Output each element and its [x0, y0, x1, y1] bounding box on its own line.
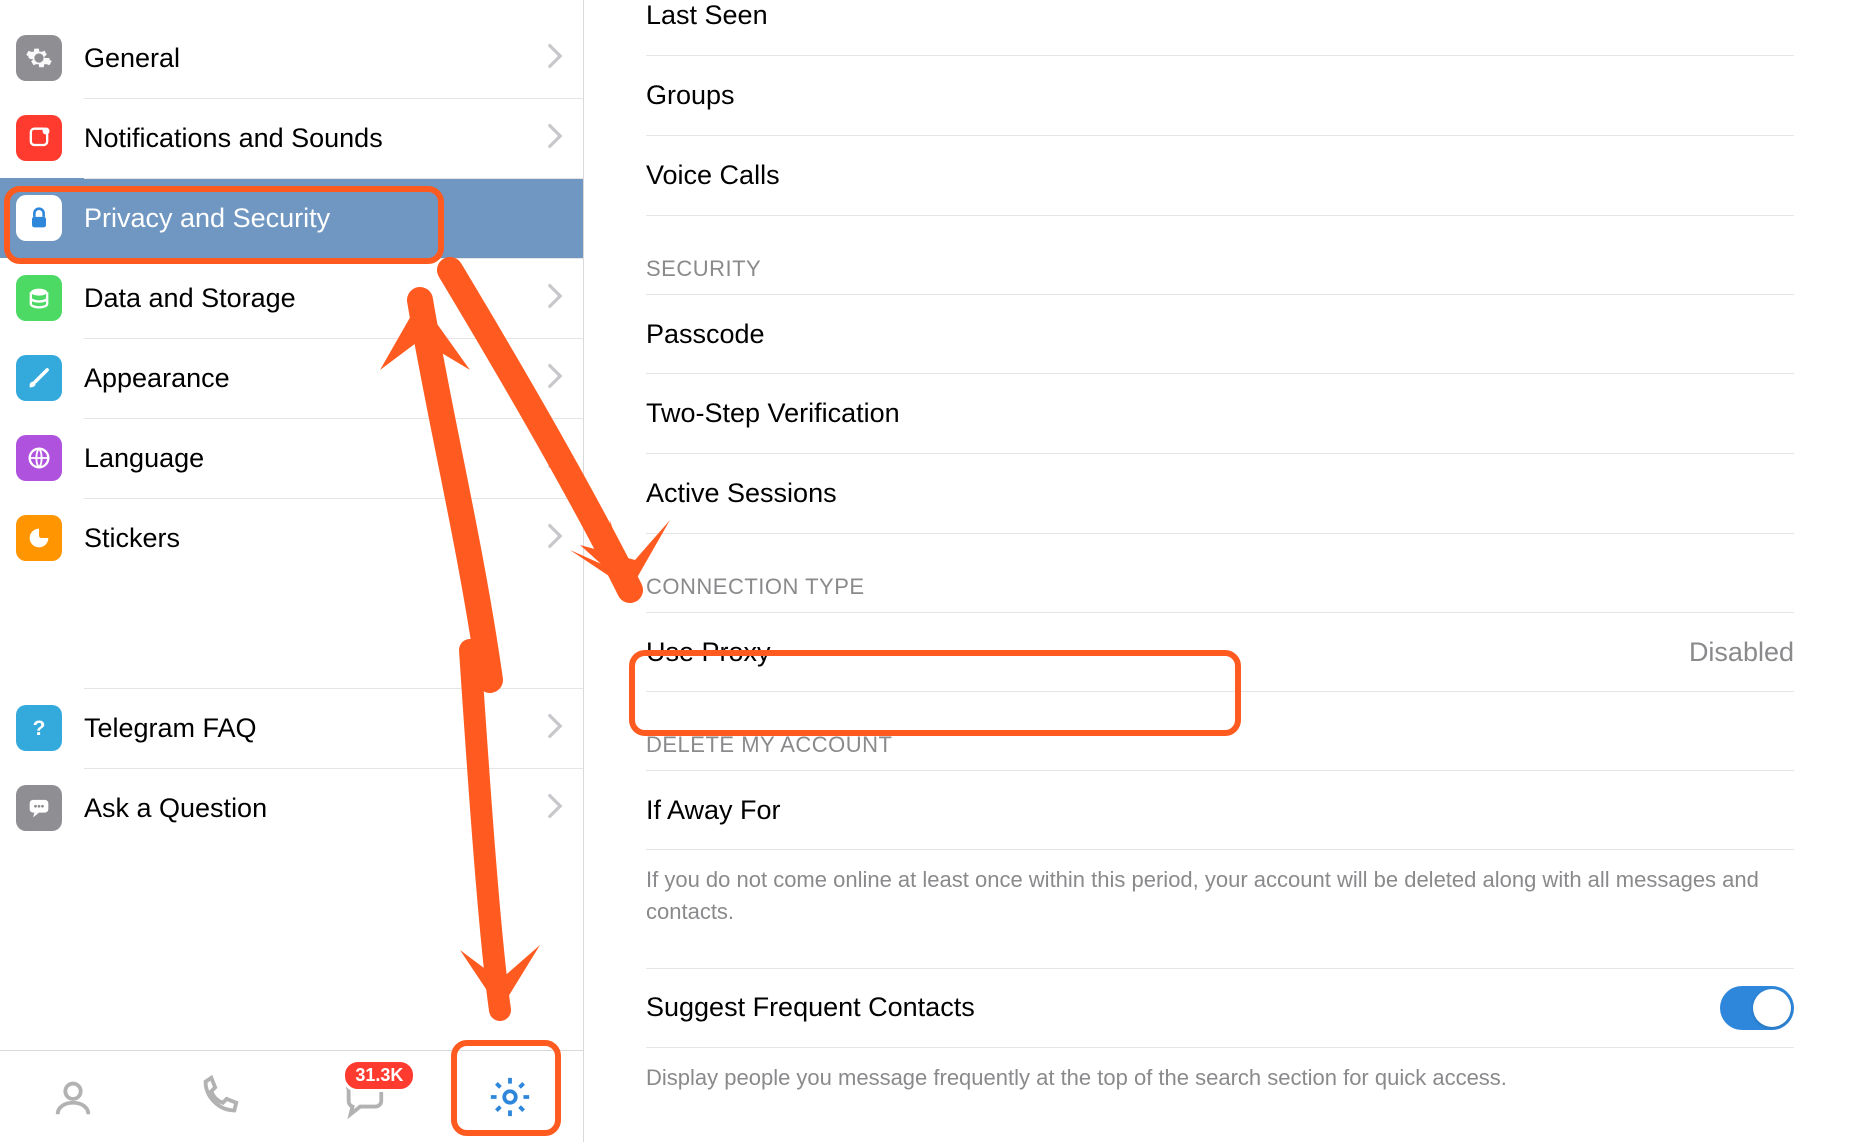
row-use-proxy[interactable]: Use Proxy Disabled — [646, 612, 1794, 692]
chevron-right-icon — [547, 523, 563, 554]
globe-icon — [16, 435, 62, 481]
sidebar-item-general[interactable]: General — [0, 18, 583, 98]
chevron-right-icon — [547, 283, 563, 314]
row-label: Voice Calls — [646, 160, 780, 191]
row-label: Last Seen — [646, 0, 768, 31]
sidebar-spacer — [0, 578, 583, 688]
row-two-step-verification[interactable]: Two-Step Verification — [646, 374, 1794, 454]
row-if-away-for[interactable]: If Away For — [646, 770, 1794, 850]
sidebar-item-data-storage[interactable]: Data and Storage — [0, 258, 583, 338]
sticker-icon — [16, 515, 62, 561]
sidebar-item-label: Appearance — [84, 363, 230, 394]
row-label: If Away For — [646, 795, 781, 826]
sidebar-item-label: Telegram FAQ — [84, 713, 257, 744]
row-passcode[interactable]: Passcode — [646, 294, 1794, 374]
section-connection-header: CONNECTION TYPE — [646, 534, 1794, 612]
sidebar-item-ask-question[interactable]: Ask a Question — [0, 768, 583, 848]
row-label: Suggest Frequent Contacts — [646, 992, 975, 1023]
sidebar-item-label: Stickers — [84, 523, 180, 554]
chevron-right-icon — [547, 123, 563, 154]
sidebar-item-notifications[interactable]: Notifications and Sounds — [0, 98, 583, 178]
lock-icon — [16, 195, 62, 241]
tab-settings[interactable] — [470, 1065, 550, 1129]
row-last-seen[interactable]: Last Seen — [646, 0, 1794, 56]
row-suggest-frequent-contacts[interactable]: Suggest Frequent Contacts — [646, 968, 1794, 1048]
sidebar-item-label: Privacy and Security — [84, 203, 330, 234]
sidebar-item-faq[interactable]: ? Telegram FAQ — [0, 688, 583, 768]
section-security-header: SECURITY — [646, 216, 1794, 294]
section-delete-header: DELETE MY ACCOUNT — [646, 692, 1794, 770]
gear-icon — [16, 35, 62, 81]
svg-text:?: ? — [33, 717, 46, 740]
sidebar-item-appearance[interactable]: Appearance — [0, 338, 583, 418]
bell-icon — [16, 115, 62, 161]
sidebar-item-label: Notifications and Sounds — [84, 123, 383, 154]
chevron-right-icon — [547, 363, 563, 394]
row-label: Groups — [646, 80, 735, 111]
row-label: Passcode — [646, 319, 765, 350]
chevron-right-icon — [547, 43, 563, 74]
tab-chats[interactable]: 31.3K — [324, 1065, 404, 1129]
sidebar-list: General Notifications and Sounds Privacy… — [0, 0, 583, 1050]
sidebar-item-label: Data and Storage — [84, 283, 296, 314]
sidebar-item-label: Language — [84, 443, 204, 474]
row-voice-calls[interactable]: Voice Calls — [646, 136, 1794, 216]
unread-badge: 31.3K — [342, 1059, 416, 1092]
toggle-suggest-contacts[interactable] — [1720, 986, 1794, 1030]
tab-calls[interactable] — [179, 1065, 259, 1129]
app-root: General Notifications and Sounds Privacy… — [0, 0, 1856, 1142]
sidebar-item-stickers[interactable]: Stickers — [0, 498, 583, 578]
settings-sidebar: General Notifications and Sounds Privacy… — [0, 0, 584, 1142]
tab-bar: 31.3K — [0, 1050, 583, 1142]
row-active-sessions[interactable]: Active Sessions — [646, 454, 1794, 534]
row-groups[interactable]: Groups — [646, 56, 1794, 136]
brush-icon — [16, 355, 62, 401]
sidebar-item-privacy-security[interactable]: Privacy and Security — [0, 178, 583, 258]
question-icon: ? — [16, 705, 62, 751]
delete-footnote: If you do not come online at least once … — [646, 864, 1794, 928]
chevron-right-icon — [547, 713, 563, 744]
chat-icon — [16, 785, 62, 831]
row-label: Use Proxy — [646, 637, 771, 668]
row-label: Two-Step Verification — [646, 398, 900, 429]
sidebar-item-label: Ask a Question — [84, 793, 267, 824]
suggest-footnote: Display people you message frequently at… — [646, 1062, 1794, 1094]
tab-contacts[interactable] — [33, 1065, 113, 1129]
chevron-right-icon — [547, 793, 563, 824]
database-icon — [16, 275, 62, 321]
sidebar-item-label: General — [84, 43, 180, 74]
privacy-security-panel: Last Seen Groups Voice Calls SECURITY Pa… — [584, 0, 1856, 1142]
chevron-right-icon — [547, 443, 563, 474]
row-value: Disabled — [1689, 637, 1794, 668]
sidebar-item-language[interactable]: Language — [0, 418, 583, 498]
row-label: Active Sessions — [646, 478, 837, 509]
